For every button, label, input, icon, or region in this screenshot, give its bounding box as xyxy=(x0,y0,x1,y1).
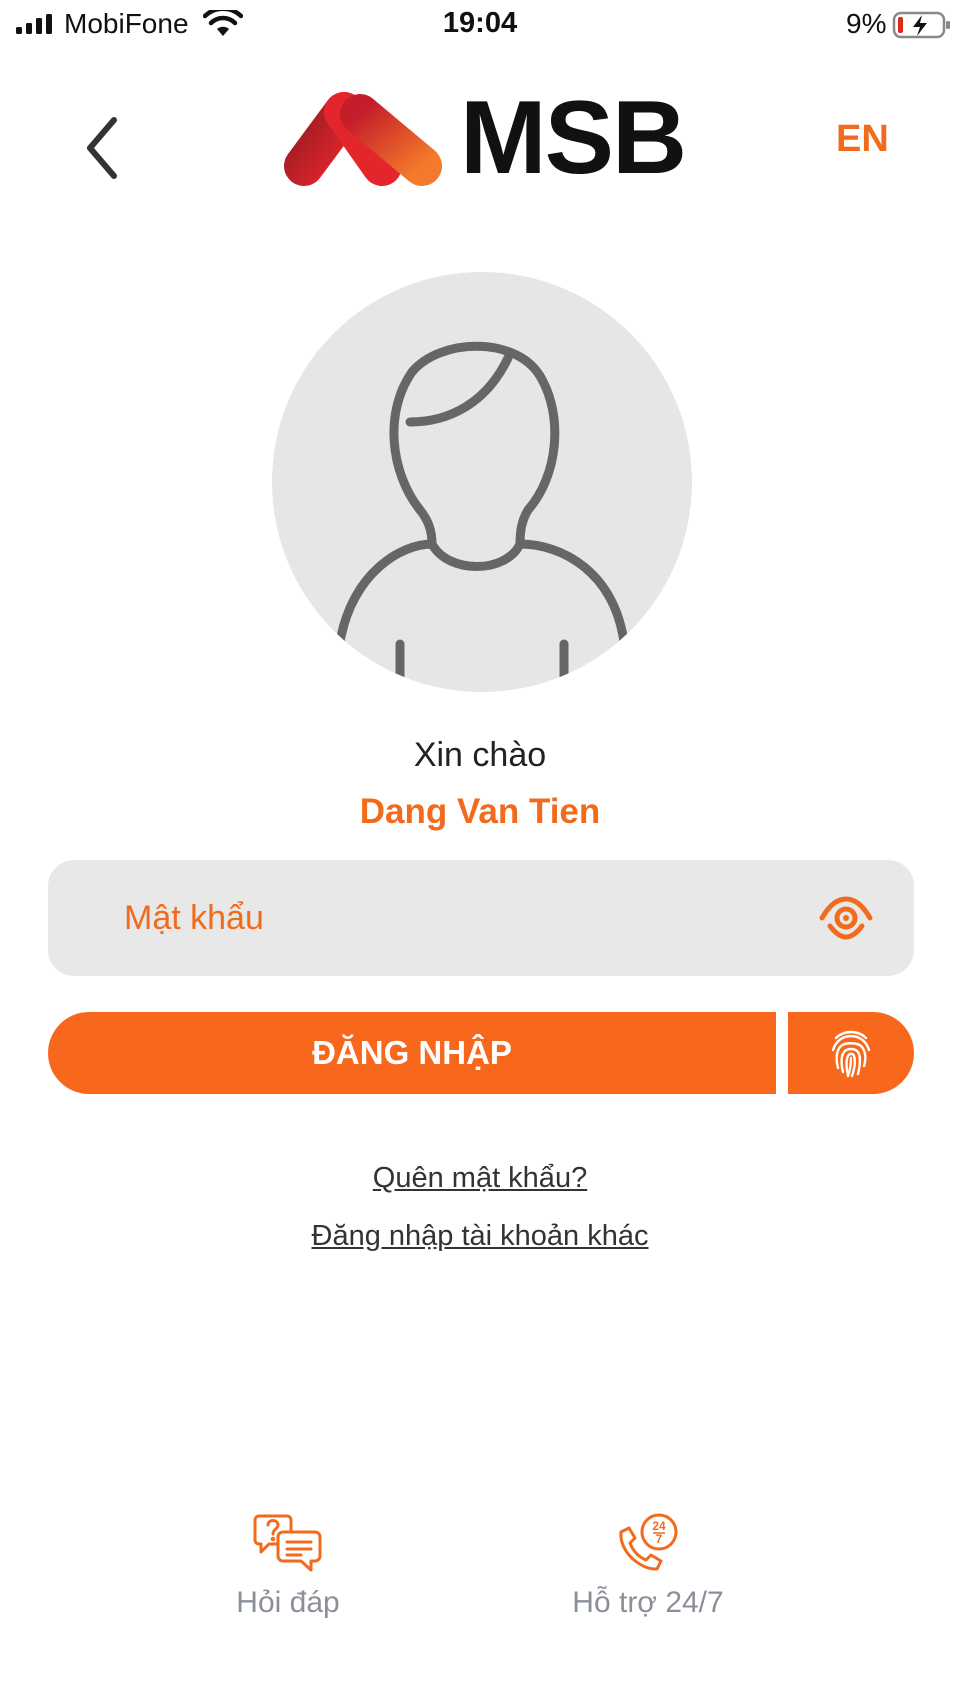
faq-icon-wrap xyxy=(168,1512,408,1574)
show-password-button[interactable] xyxy=(818,890,874,946)
faq-chat-icon xyxy=(253,1514,322,1572)
status-bar: MobiFone 19:04 9% xyxy=(0,0,960,50)
fingerprint-icon xyxy=(831,1030,871,1078)
login-button[interactable]: ĐĂNG NHẬP xyxy=(48,1012,776,1094)
support-label: Hỗ trợ 24/7 xyxy=(572,1586,724,1619)
other-account-link[interactable]: Đăng nhập tài khoản khác xyxy=(312,1220,649,1252)
msb-logo-mark xyxy=(284,92,442,186)
support-icon-wrap: 24 7 xyxy=(528,1512,768,1574)
status-time: 19:04 xyxy=(442,7,518,39)
faq-button[interactable]: Hỏi đáp xyxy=(168,1512,408,1622)
avatar xyxy=(272,272,692,692)
battery-charging-icon xyxy=(892,11,950,39)
language-toggle[interactable]: EN xyxy=(836,118,889,161)
greeting-text: Xin chào xyxy=(413,736,547,774)
user-name: Dang Van Tien xyxy=(359,792,601,831)
svg-text:24: 24 xyxy=(652,1519,666,1533)
msb-logo: MSB xyxy=(282,86,687,190)
user-silhouette-icon xyxy=(335,341,629,692)
support-button[interactable]: 24 7 Hỗ trợ 24/7 xyxy=(528,1512,768,1622)
other-account-row: Đăng nhập tài khoản khác xyxy=(0,1220,960,1253)
svg-text:7: 7 xyxy=(656,1532,663,1546)
battery-percentage: 9% xyxy=(846,8,887,39)
password-field[interactable] xyxy=(48,860,914,976)
faq-label: Hỏi đáp xyxy=(236,1586,340,1619)
back-button[interactable] xyxy=(74,108,130,188)
logo-text: MSB xyxy=(460,80,687,196)
support-24-7-phone-icon: 24 7 xyxy=(619,1513,678,1571)
eye-icon xyxy=(819,896,873,940)
fingerprint-login-button[interactable] xyxy=(788,1012,914,1094)
forgot-password-link[interactable]: Quên mật khẩu? xyxy=(373,1162,587,1194)
forgot-password-row: Quên mật khẩu? xyxy=(0,1162,960,1195)
password-input[interactable] xyxy=(124,860,824,976)
chevron-left-icon xyxy=(87,117,117,179)
